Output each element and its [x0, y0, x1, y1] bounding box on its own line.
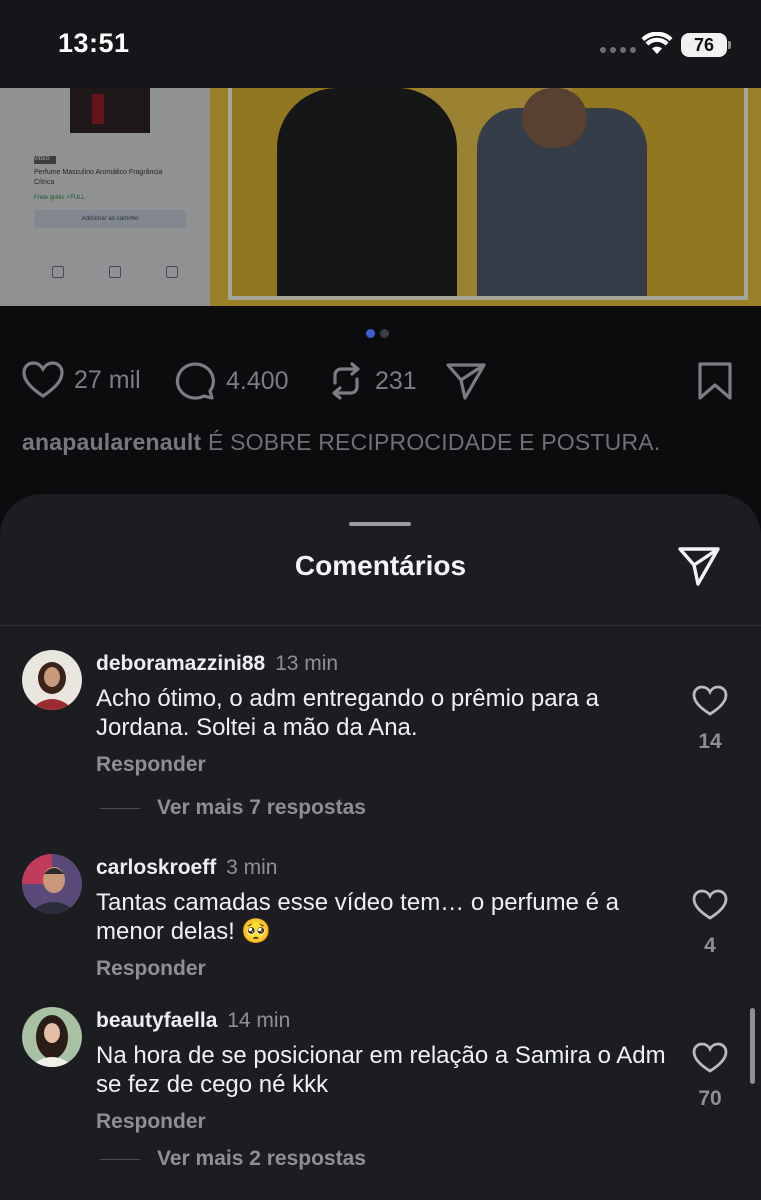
comment-action[interactable]: 4.400 — [174, 361, 289, 401]
send-icon — [446, 363, 486, 400]
sheet-grabber[interactable] — [349, 522, 411, 526]
repost-action[interactable]: 231 — [327, 361, 417, 401]
carousel-dots — [366, 329, 389, 338]
like-action[interactable]: 27 mil — [22, 361, 141, 399]
avatar[interactable] — [22, 650, 82, 710]
heart-icon[interactable] — [692, 685, 728, 717]
replies-line — [100, 808, 140, 809]
comment-count: 4.400 — [226, 366, 289, 395]
save-action[interactable] — [696, 361, 734, 401]
avatar[interactable] — [22, 854, 82, 914]
comment-header: deboramazzini88 13 min — [96, 652, 338, 676]
comment-header: carloskroeff 3 min — [96, 856, 277, 880]
send-icon[interactable] — [676, 544, 722, 588]
sheet-title: Comentários — [294, 550, 467, 581]
comment-text: Na hora de se posicionar em relação a Sa… — [96, 1042, 666, 1098]
comment-time: 14 min — [227, 1009, 291, 1032]
like-count: 27 mil — [74, 365, 141, 394]
comment-icon — [175, 362, 215, 400]
post-caption: anapaularenault É SOBRE RECIPROCIDADE E … — [22, 429, 660, 456]
repost-icon — [332, 362, 360, 400]
reply-button[interactable]: Responder — [96, 1110, 206, 1134]
wifi-icon — [641, 32, 673, 54]
comment-like-count: 4 — [704, 934, 716, 957]
cellular-signal-icon — [600, 47, 636, 53]
comment-username[interactable]: deboramazzini88 — [96, 652, 265, 675]
view-more-replies[interactable]: Ver mais 7 respostas — [157, 796, 366, 820]
reply-button[interactable]: Responder — [96, 753, 206, 777]
post-actions: 27 mil 4.400 231 — [22, 361, 737, 407]
replies-line — [100, 1159, 140, 1160]
comment-text: Acho ótimo, o adm entregando o prêmio pa… — [96, 685, 599, 741]
share-action[interactable] — [445, 361, 487, 401]
view-more-replies[interactable]: Ver mais 2 respostas — [157, 1147, 366, 1171]
caption-text: É SOBRE RECIPROCIDADE E POSTURA. — [207, 429, 661, 455]
comment-time: 13 min — [275, 652, 339, 675]
comments-sheet: Comentários deboramazzini88 13 min Acho … — [0, 494, 761, 1200]
battery-indicator: 76 — [681, 33, 727, 57]
comment-like-count: 70 — [698, 1087, 722, 1110]
repost-count: 231 — [375, 366, 417, 395]
comment-like-count: 14 — [698, 730, 722, 753]
heart-icon[interactable] — [692, 1042, 728, 1074]
bookmark-icon — [698, 362, 732, 400]
comment-time: 3 min — [226, 856, 278, 879]
reply-button[interactable]: Responder — [96, 957, 206, 981]
heart-icon[interactable] — [692, 889, 728, 921]
status-time: 13:51 — [58, 28, 130, 58]
heart-icon — [22, 361, 64, 398]
battery-tip — [728, 41, 731, 49]
scrollbar[interactable] — [750, 1008, 755, 1084]
comment-username[interactable]: carloskroeff — [96, 856, 216, 879]
caption-username[interactable]: anapaularenault — [22, 429, 201, 455]
status-bar: 13:51 76 — [0, 0, 761, 88]
avatar[interactable] — [22, 1007, 82, 1067]
comment-header: beautyfaella 14 min — [96, 1009, 290, 1033]
comment-username[interactable]: beautyfaella — [96, 1009, 217, 1032]
divider — [0, 625, 761, 626]
post-media[interactable]: VIDEO Perfume Masculino Aromático Fragrâ… — [0, 88, 761, 306]
comment-text: Tantas camadas esse vídeo tem… o perfume… — [96, 889, 619, 945]
